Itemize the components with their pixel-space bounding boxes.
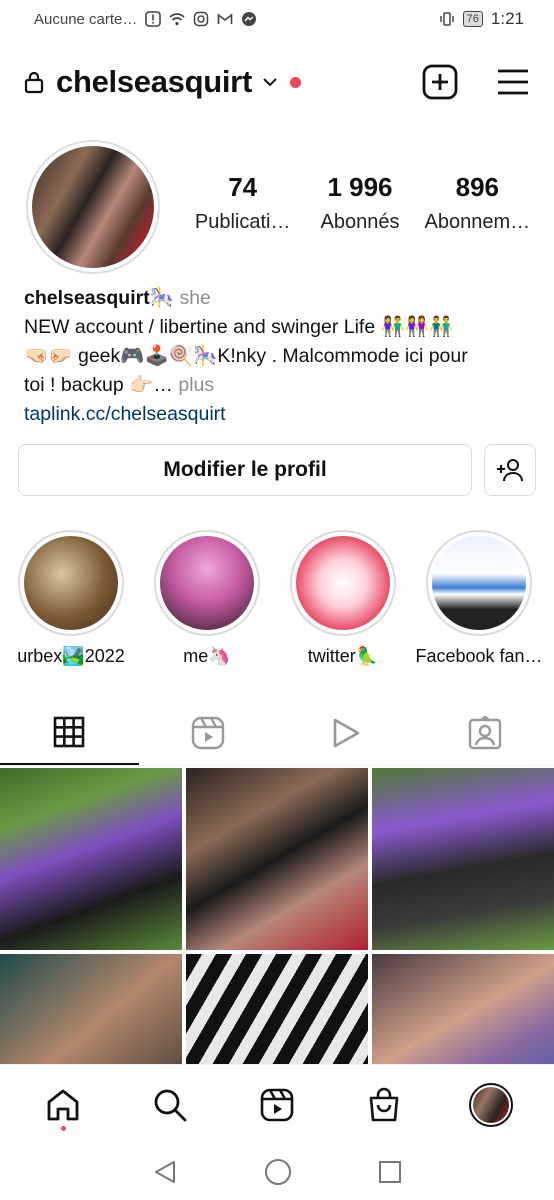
highlight-item[interactable]: E: [550, 530, 554, 667]
status-bar: Aucune carte… 76 1:21: [0, 0, 554, 38]
home-icon: [47, 1089, 79, 1120]
pronouns: she: [179, 287, 211, 309]
tab-tagged[interactable]: [416, 700, 554, 765]
highlight-label: twitter🦜: [307, 646, 379, 666]
stat-posts[interactable]: 74 Publicati…: [184, 172, 301, 234]
reels-icon: [191, 716, 224, 749]
gmail-icon: [218, 13, 233, 24]
stat-followers[interactable]: 1 996 Abonnés: [301, 172, 418, 234]
nav-reels[interactable]: [247, 1075, 307, 1135]
highlight-cover: [160, 536, 254, 630]
back-icon[interactable]: [152, 1159, 178, 1185]
nav-shop[interactable]: [354, 1075, 414, 1135]
clock: 1:21: [490, 9, 524, 28]
nav-search[interactable]: [140, 1075, 200, 1135]
play-icon: [333, 718, 360, 747]
alert-icon: [145, 11, 162, 27]
display-name: chelseasquirt🎠: [24, 287, 175, 309]
add-user-icon: [497, 459, 523, 482]
nav-home[interactable]: [33, 1075, 93, 1135]
highlight-item[interactable]: twitter🦜: [278, 530, 408, 667]
bio-line: NEW account / libertine and swinger Life…: [24, 316, 454, 338]
highlight-label: me🦄: [183, 646, 231, 666]
bio-website-link[interactable]: taplink.cc/chelseasquirt: [24, 400, 534, 429]
system-nav-bar: [0, 1144, 554, 1200]
new-post-icon[interactable]: [422, 64, 458, 100]
stat-label: Abonnem…: [424, 211, 531, 233]
highlight-item[interactable]: me🦄: [142, 530, 272, 667]
post-thumbnail[interactable]: [186, 768, 368, 950]
post-thumbnail[interactable]: [0, 768, 182, 950]
highlight-cover: [432, 536, 526, 630]
grid-icon: [53, 716, 85, 747]
username-switcher[interactable]: chelseasquirt: [56, 64, 252, 100]
stat-following[interactable]: 896 Abonnem…: [419, 172, 536, 234]
profile-actions: Modifier le profil: [18, 444, 536, 496]
highlight-item[interactable]: Facebook fan…: [414, 530, 544, 667]
home-circle-icon[interactable]: [264, 1158, 292, 1186]
shop-icon: [369, 1087, 399, 1121]
discover-people-button[interactable]: [484, 444, 536, 496]
profile-header: chelseasquirt: [0, 56, 554, 108]
highlight-label: E: [550, 646, 554, 667]
tagged-icon: [468, 715, 501, 749]
highlight-item[interactable]: urbex🏞️2022: [6, 530, 136, 667]
bio-line: toi ! backup 👉🏻…: [24, 374, 173, 396]
stat-value: 74: [228, 172, 258, 202]
stat-label: Abonnés: [320, 211, 400, 233]
bio-more-link[interactable]: plus: [178, 374, 214, 396]
tab-videos[interactable]: [277, 700, 416, 765]
search-icon: [154, 1089, 187, 1121]
profile-stats: 74 Publicati… 1 996 Abonnés 896 Abonnem…: [184, 172, 536, 234]
home-notification-dot: [60, 1125, 66, 1131]
instagram-notif-icon: [194, 11, 209, 27]
highlight-label: Facebook fan…: [415, 646, 543, 666]
lock-icon: [24, 71, 44, 94]
tab-reels[interactable]: [139, 700, 278, 765]
recents-icon[interactable]: [378, 1160, 402, 1184]
highlight-cover: [296, 536, 390, 630]
stat-value: 896: [455, 172, 500, 202]
stat-label: Publicati…: [194, 211, 291, 233]
tab-posts[interactable]: [0, 700, 139, 765]
edit-profile-button[interactable]: Modifier le profil: [18, 444, 472, 496]
profile-bio: chelseasquirt🎠 she NEW account / liberti…: [24, 284, 534, 429]
carrier-text: Aucune carte…: [34, 10, 138, 28]
wifi-icon: [169, 13, 185, 26]
post-thumbnail[interactable]: [372, 768, 554, 950]
highlight-label: urbex🏞️2022: [17, 646, 125, 666]
bio-line: 🤜🏻🤛🏻 geek🎮🕹️🍭🎠K!nky . Malcommode ici pou…: [24, 345, 468, 367]
bottom-nav: [0, 1064, 554, 1144]
profile-avatar[interactable]: [26, 140, 160, 274]
nav-profile[interactable]: [461, 1075, 521, 1135]
reels-icon: [260, 1088, 294, 1121]
stat-value: 1 996: [327, 172, 393, 202]
vibrate-icon: [439, 12, 454, 26]
messenger-icon: [242, 12, 257, 26]
story-highlights: urbex🏞️2022 me🦄 twitter🦜 Facebook fan… E: [0, 530, 554, 670]
menu-icon[interactable]: [496, 67, 530, 97]
battery-indicator: 76: [462, 11, 483, 27]
highlight-cover: [24, 536, 118, 630]
profile-avatar: [468, 1082, 513, 1127]
chevron-down-icon[interactable]: [262, 77, 278, 87]
profile-tabs: [0, 700, 554, 766]
notification-dot: [289, 76, 301, 88]
